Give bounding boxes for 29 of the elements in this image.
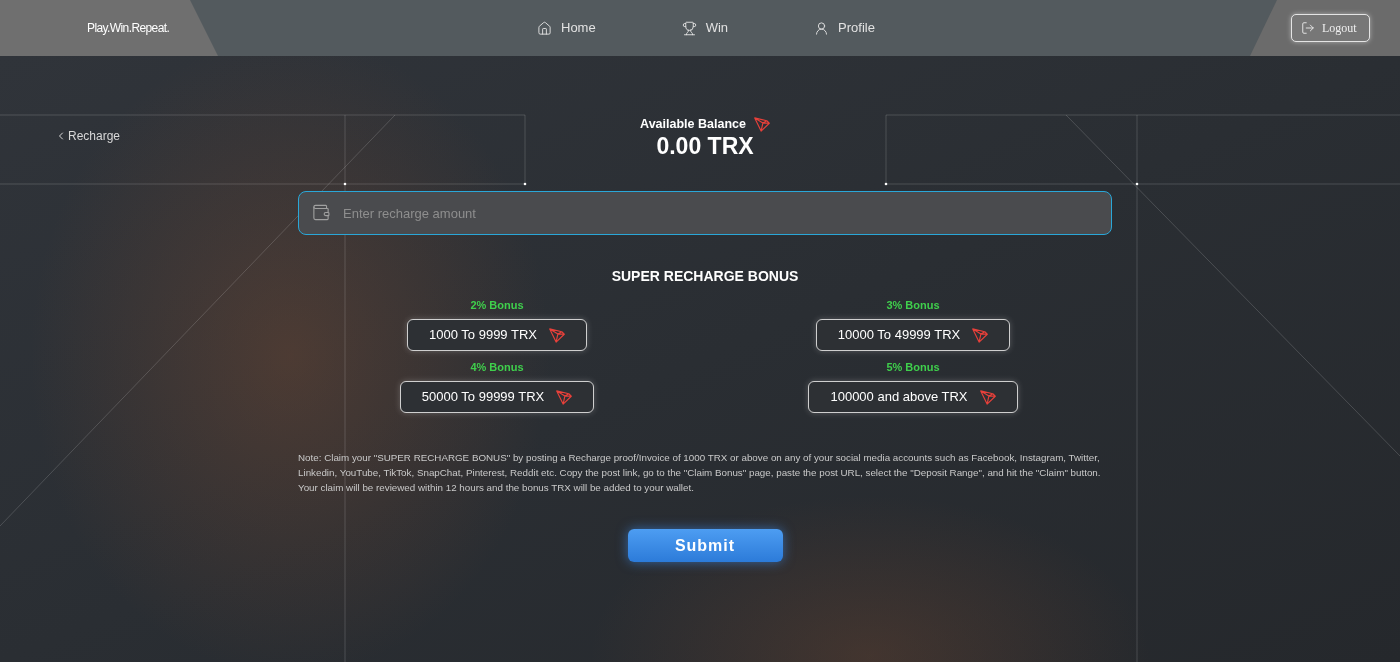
wallet-icon — [311, 203, 331, 222]
balance-amount: 0.00 TRX — [656, 133, 754, 159]
nav-link[interactable]: Home — [537, 18, 596, 38]
deposit-range-button[interactable]: 50000 To 99999 TRX — [399, 381, 595, 413]
trophy-icon — [681, 20, 697, 36]
nav-link[interactable]: Profile — [814, 18, 875, 38]
balance-label: Available Balance — [640, 116, 746, 132]
deposit-range-button[interactable]: 10000 To 49999 TRX — [815, 319, 1011, 351]
user-icon — [814, 20, 830, 36]
recharge-amount-field[interactable]: Enter recharge amount — [298, 191, 1112, 235]
tron-logo-icon — [972, 327, 989, 343]
nav-link[interactable]: Win — [681, 18, 729, 38]
bonus-percent: 4% Bonus — [470, 360, 524, 374]
tron-logo-icon — [753, 116, 770, 132]
bonus-note: Note: Claim your "SUPER RECHARGE BONUS" by posting a Recharge proof/Invoice of 1000 TRX or above on any of your social media accounts such as Facebook, Instagram, Twitter, Linkedin, YouTube, TikTok, SnapChat, Pinterest, Reddit etc. Copy the post link, go to the "Claim Bonus" page, paste the post URL, select the "Deposit Range", and hit the "Claim" button. Your claim will be reviewed within 12 hours and the bonus TRX will be added to your wallet. — [298, 451, 1102, 495]
deposit-range-button[interactable]: 100000 and above TRX — [808, 381, 1018, 413]
bonus-percent: 3% Bonus — [886, 298, 940, 312]
back-link[interactable]: Recharge — [55, 128, 121, 144]
bonus-percent: 5% Bonus — [886, 360, 940, 374]
logout-icon — [1301, 21, 1315, 35]
tron-logo-icon — [556, 389, 573, 405]
tron-logo-icon — [548, 327, 565, 343]
bonus-heading: SUPER RECHARGE BONUS — [611, 267, 799, 285]
logout-button[interactable]: Logout — [1291, 14, 1370, 42]
brand-name: Play.Win.Repeat. — [87, 20, 170, 37]
house-icon — [537, 20, 552, 36]
bonus-percent: 2% Bonus — [470, 298, 524, 312]
deposit-range-button[interactable]: 1000 To 9999 TRX — [407, 319, 587, 351]
tron-logo-icon — [979, 389, 996, 405]
